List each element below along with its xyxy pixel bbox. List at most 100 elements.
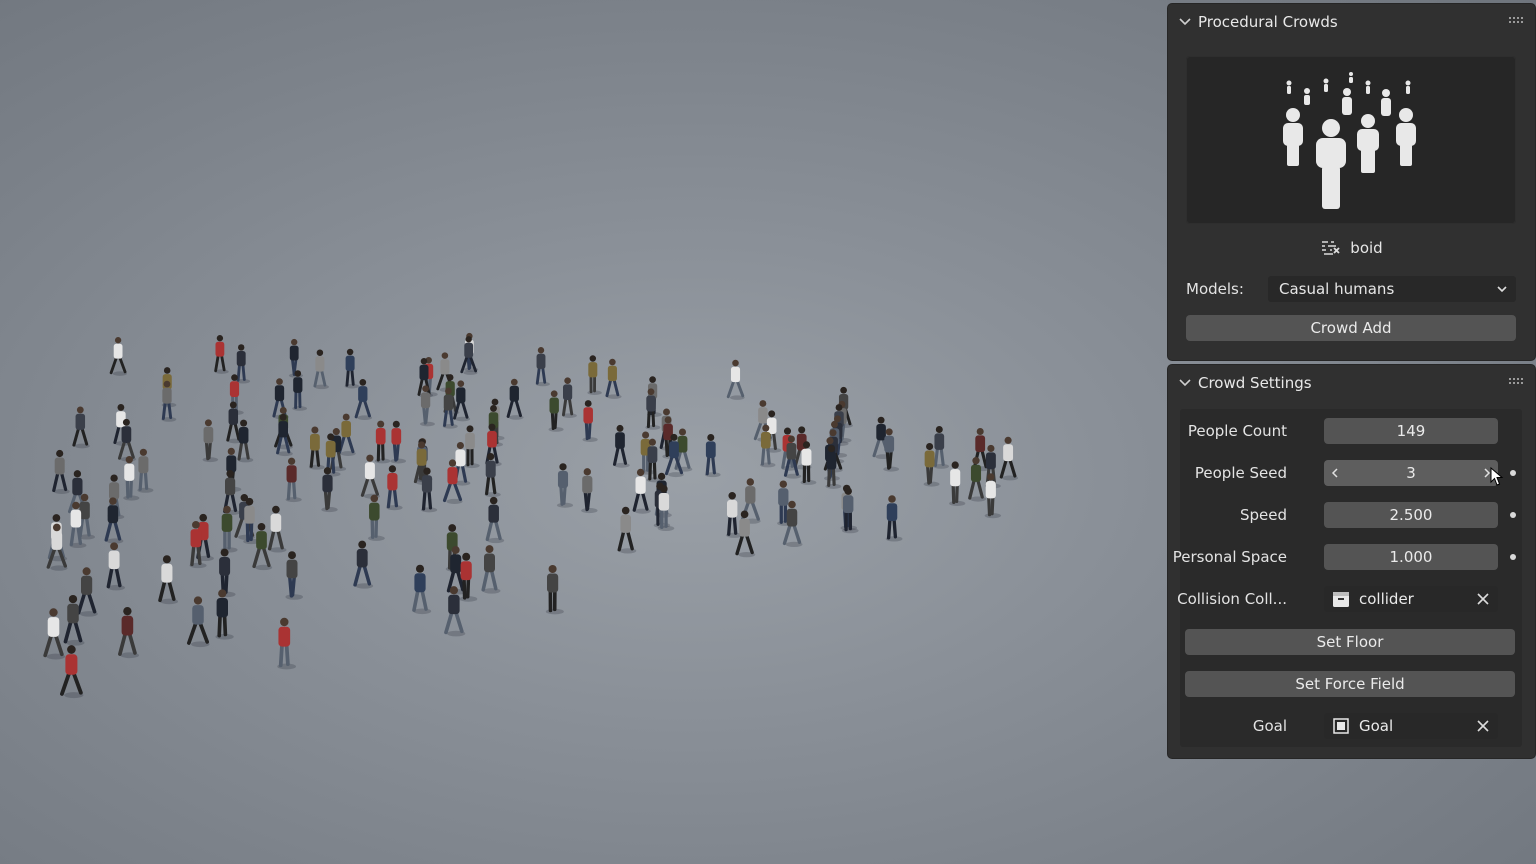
crowd-person [43,608,66,660]
crowd-person [726,359,745,400]
crowd-person [374,420,391,464]
crowd-person [459,552,478,602]
keyframe-dot-icon[interactable] [1510,554,1516,560]
boid-label: boid [1350,239,1383,257]
crowd-person [556,463,574,508]
chevron-down-icon [1179,18,1191,26]
crowd-person [214,335,229,374]
crowd-settings-header[interactable]: Crowd Settings [1168,365,1535,401]
models-dropdown[interactable]: Casual humans [1268,276,1516,302]
clear-x-icon[interactable] [1476,592,1490,606]
goal-label: Goal [1252,717,1287,735]
crowd-person [158,555,178,605]
crowd-person [481,545,501,594]
crowd-preview [1186,56,1516,224]
crowd-person [52,449,70,494]
crowd-person [968,457,987,502]
crowd-person [277,617,296,670]
crowd-person [605,358,622,399]
models-label: Models: [1186,280,1244,298]
crowd-person [735,510,756,558]
collision-collection-label: Collision Coll... [1177,590,1287,608]
collection-box-icon [1333,592,1349,607]
goal-field[interactable]: Goal [1324,713,1498,739]
personal-space-label: Personal Space [1172,548,1287,566]
crowd-person [617,506,637,554]
crowd-add-button[interactable]: Crowd Add [1186,315,1516,341]
crowd-person [933,426,949,469]
crowd-person [237,419,254,463]
crowd-person [464,425,480,469]
crowd-person [390,420,406,464]
crowd-person [368,494,385,541]
crowd-person [313,349,329,390]
chevron-down-icon [1179,379,1191,387]
keyframe-dot-icon[interactable] [1510,470,1516,476]
crowd-person [612,424,630,468]
crowd-person [106,542,125,591]
procedural-crowds-panel: Procedural Crowds boid Models: Casual hu… [1168,4,1535,360]
crowd-person [344,348,360,389]
goal-value: Goal [1359,717,1394,735]
crowd-person [453,380,471,422]
crowd-person [186,596,210,648]
crowd-person [235,344,251,384]
crowd-person [885,495,903,542]
procedural-crowds-header[interactable]: Procedural Crowds [1168,4,1535,40]
crowd-person [535,347,550,387]
chevron-down-icon [1497,286,1507,293]
crowd-person [386,465,403,511]
personal-space-field[interactable]: 1.000 [1324,544,1498,570]
keyframe-dot-icon[interactable] [1510,512,1516,518]
crowd-person [632,468,651,514]
collision-collection-value: collider [1359,590,1414,608]
people-count-field[interactable]: 149 [1324,418,1498,444]
panel-title: Crowd Settings [1198,374,1312,392]
crowd-person [202,419,219,463]
speed-field[interactable]: 2.500 [1324,502,1498,528]
crowd-person [104,497,124,544]
clear-x-icon[interactable] [1476,719,1490,733]
crowd-person [337,413,356,456]
crowd-person [60,645,84,699]
crowd-settings-panel: Crowd Settings People Count 149 People S… [1168,365,1535,758]
crowd-person [506,378,524,420]
crowd-person [485,496,505,544]
crowd-person [581,468,598,514]
people-seed-value: 3 [1406,464,1416,482]
crowd-person [123,456,140,501]
collision-collection-field[interactable]: collider [1324,586,1498,612]
crowd-person [118,606,139,659]
crowd-person [999,436,1018,481]
models-dropdown-value: Casual humans [1279,280,1395,298]
set-floor-button[interactable]: Set Floor [1185,629,1515,655]
crowd-person [545,564,564,615]
boid-row: boid [1168,234,1535,262]
crowd-person [137,448,154,493]
crowd-person [582,400,598,442]
crowd-person [548,390,564,432]
crowd-person [704,433,721,478]
mouse-cursor-icon [1490,467,1504,486]
drag-grip-icon[interactable] [1509,378,1525,386]
crowd-settings-body: People Count 149 People Seed 3 Speed 2.5… [1173,409,1522,747]
crowd-person [782,500,803,548]
crowd-person [949,461,966,506]
people-seed-label: People Seed [1194,464,1287,482]
crowd-person [412,564,432,615]
crowd-person [309,426,325,470]
speed-label: Speed [1239,506,1287,524]
drag-grip-icon[interactable] [1509,17,1525,25]
set-force-field-button[interactable]: Set Force Field [1185,671,1515,697]
crowd-people-icon [1283,72,1416,209]
crowd-person [285,457,302,503]
crowd-person [562,377,577,418]
crowd-person [353,540,374,589]
crowd-person [285,551,303,600]
decrement-arrow-icon[interactable] [1331,468,1339,478]
boid-icon [1322,241,1340,255]
crowd-person [267,505,287,553]
people-seed-field[interactable]: 3 [1324,460,1498,486]
crowd-person [72,406,90,449]
object-icon [1333,718,1349,734]
